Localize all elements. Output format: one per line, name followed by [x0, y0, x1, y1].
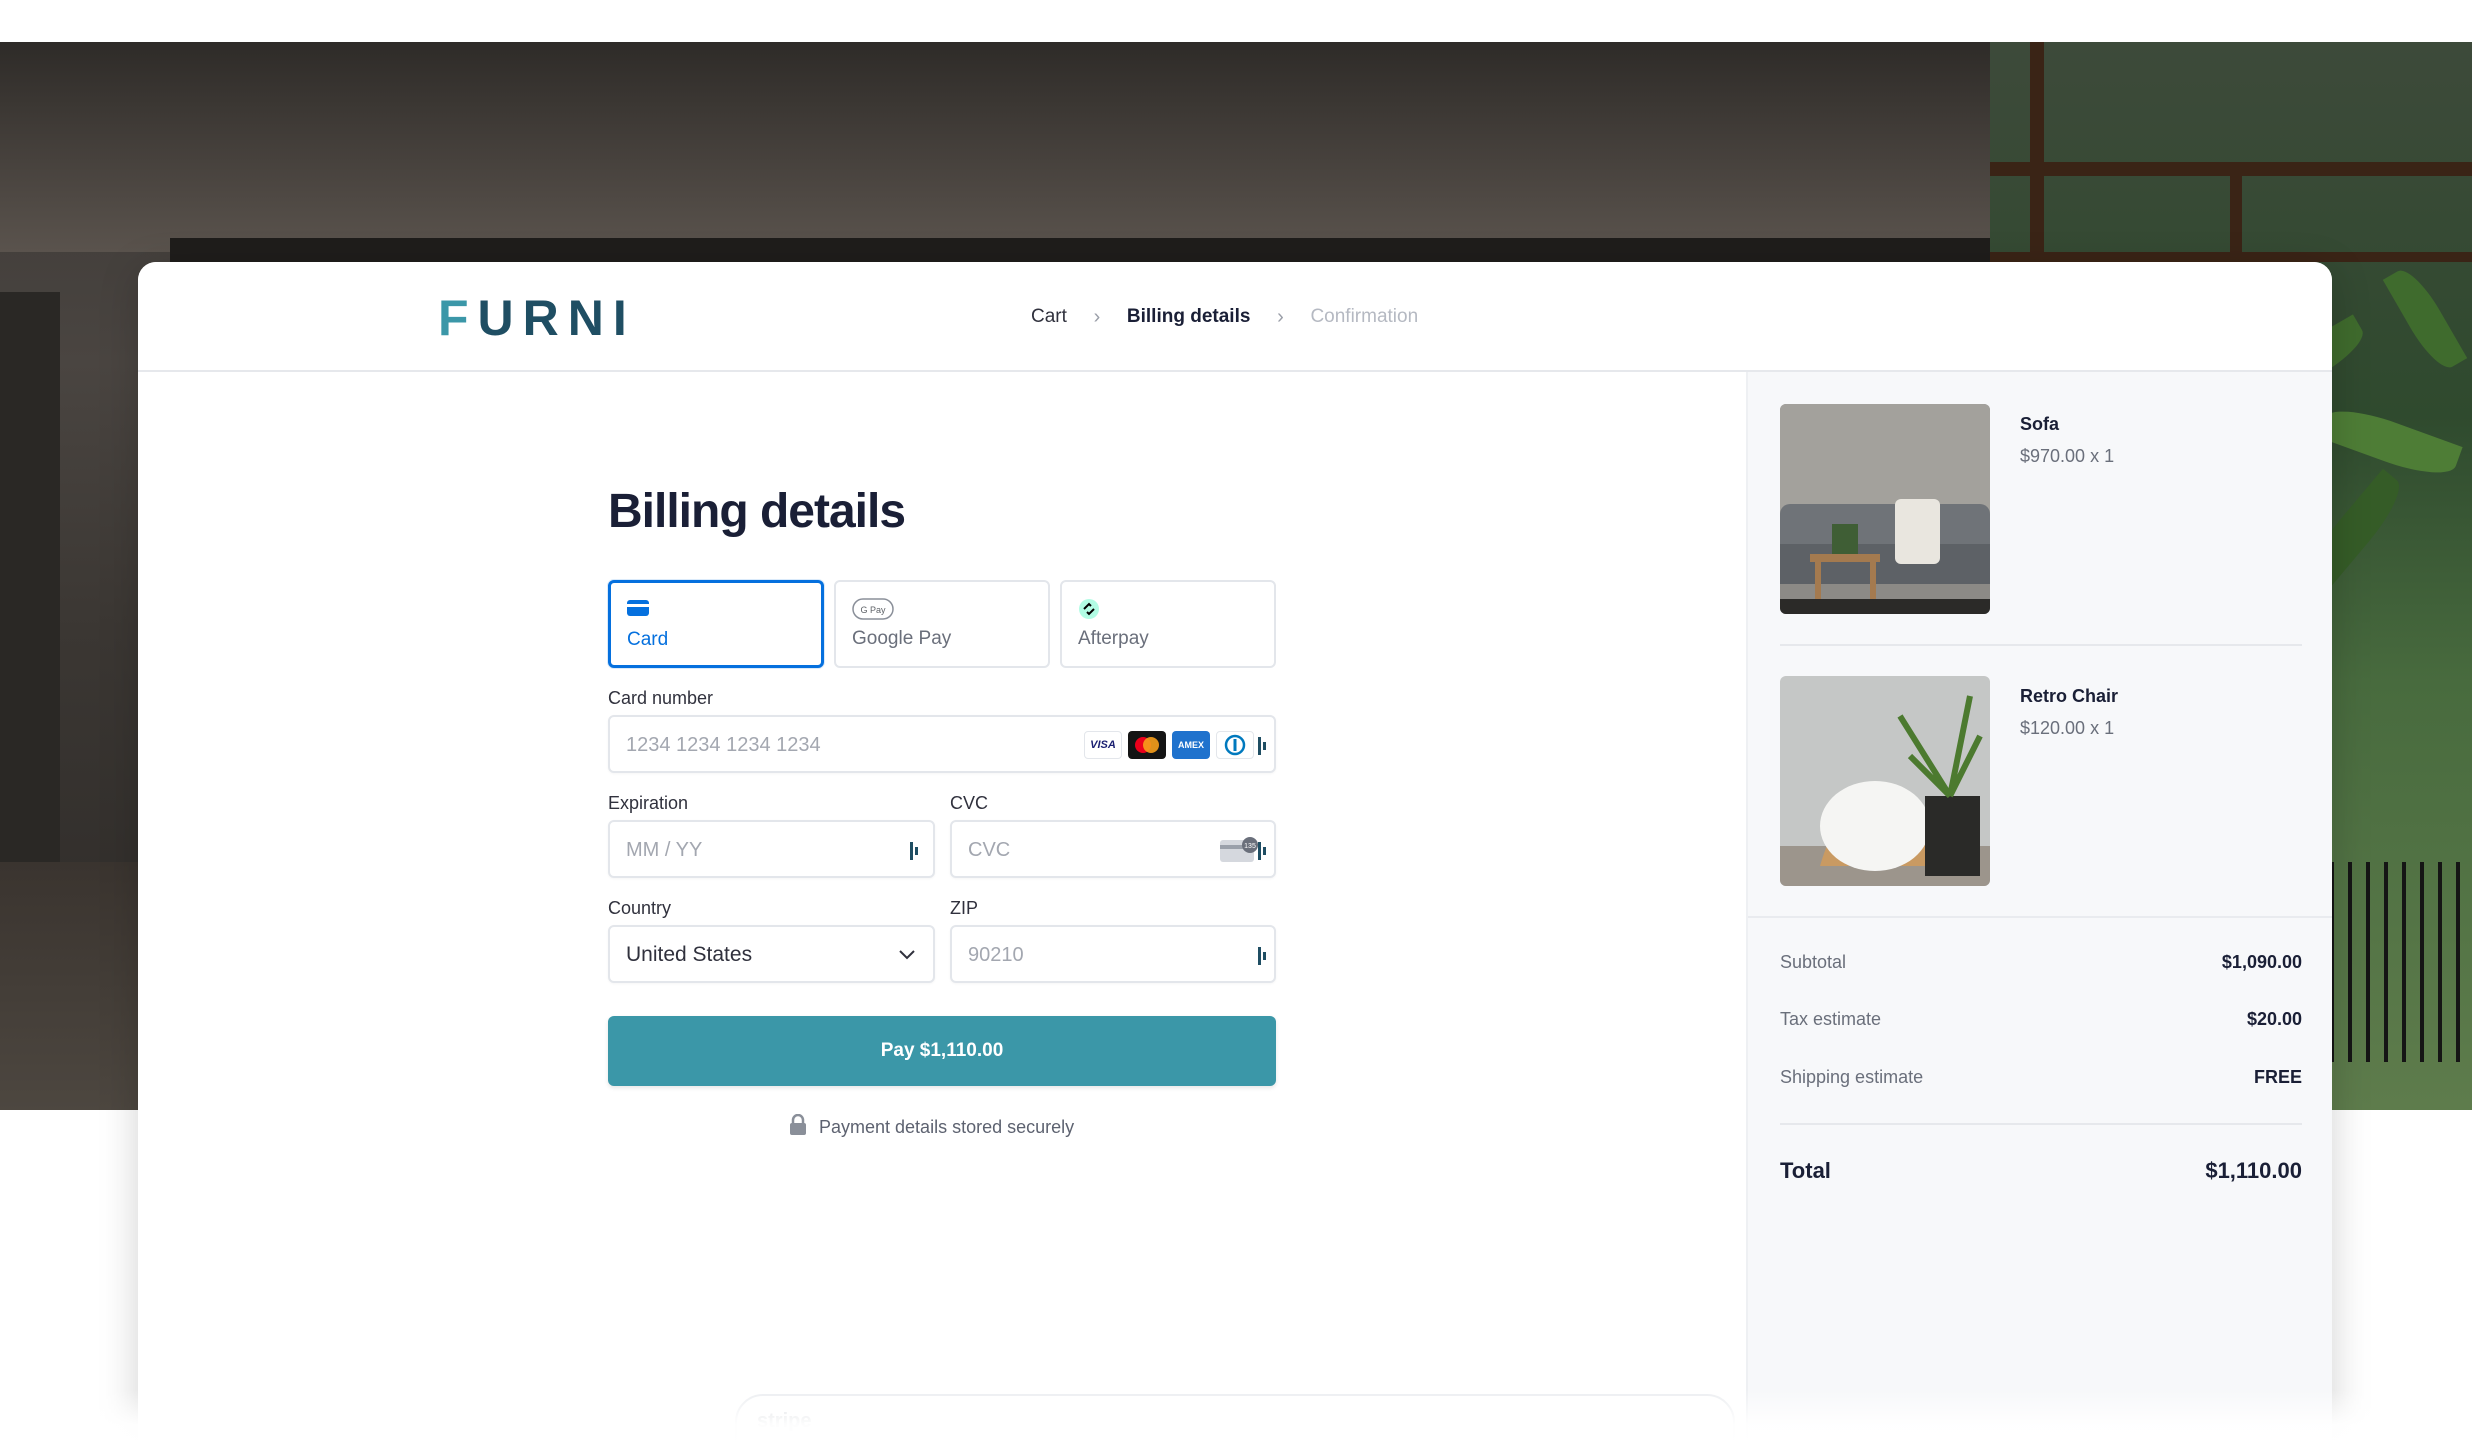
- google-pay-icon: G Pay: [852, 598, 894, 625]
- autofill-marker-icon: [1258, 842, 1272, 860]
- country-label: Country: [608, 898, 672, 918]
- item-price: $970.00 x 1: [2020, 446, 2115, 466]
- item-name: Sofa: [2020, 414, 2060, 434]
- total-label: Total: [1780, 1158, 1831, 1183]
- payment-tab-afterpay[interactable]: Afterpay: [1060, 580, 1276, 668]
- expiration-label: Expiration: [608, 793, 689, 813]
- checkout-header: FURNI Cart › Billing details › Confirmat…: [138, 262, 2332, 372]
- breadcrumb-confirmation: Confirmation: [1310, 306, 1419, 327]
- autofill-marker-icon: [1258, 737, 1272, 755]
- subtotal-value: $1,090.00: [2221, 951, 2302, 972]
- item-price: $120.00 x 1: [2020, 718, 2115, 738]
- card-number-placeholder: 1234 1234 1234 1234: [626, 734, 821, 756]
- cvc-placeholder: CVC: [968, 839, 1011, 861]
- payment-tab-label: Afterpay: [1078, 628, 1149, 649]
- shipping-label: Shipping estimate: [1780, 1066, 1924, 1087]
- payment-tab-label: Card: [627, 629, 669, 650]
- cvc-input[interactable]: CVC 135: [950, 820, 1276, 878]
- chevron-right-icon: ›: [1277, 305, 1284, 328]
- svg-text:G Pay: G Pay: [860, 605, 886, 615]
- total-divider: [1780, 1123, 2302, 1125]
- total-row: Total $1,110.00: [1780, 1156, 2302, 1186]
- total-value: $1,110.00: [2205, 1158, 2302, 1183]
- afterpay-icon: [1078, 598, 1100, 625]
- chevron-down-icon: [898, 947, 916, 966]
- pay-button[interactable]: Pay $1,110.00: [608, 1016, 1276, 1086]
- breadcrumb: Cart › Billing details › Confirmation: [1031, 302, 1418, 332]
- country-value: United States: [626, 943, 753, 966]
- zip-label: ZIP: [950, 898, 979, 918]
- cvc-label: CVC: [950, 793, 989, 813]
- tax-label: Tax estimate: [1780, 1008, 1882, 1029]
- breadcrumb-billing-details: Billing details: [1126, 306, 1251, 327]
- autofill-marker-icon: [1258, 947, 1272, 965]
- order-summary: Sofa $970.00 x 1 Retro Chair $120.00 x 1…: [1746, 372, 2332, 1448]
- tax-row: Tax estimate $20.00: [1780, 1004, 2302, 1034]
- cart-item: Retro Chair $120.00 x 1: [1780, 676, 2302, 886]
- expiration-placeholder: MM / YY: [626, 839, 703, 861]
- breadcrumb-cart[interactable]: Cart: [1031, 306, 1067, 328]
- shipping-value: FREE: [2253, 1066, 2302, 1087]
- item-divider: [1780, 644, 2302, 646]
- credit-card-icon: [627, 599, 649, 622]
- cart-item: Sofa $970.00 x 1: [1780, 404, 2302, 614]
- zip-input[interactable]: 90210: [950, 925, 1276, 983]
- card-number-label: Card number: [608, 688, 714, 708]
- card-number-input[interactable]: 1234 1234 1234 1234 VISA AMEX: [608, 715, 1276, 773]
- amex-icon: AMEX: [1172, 731, 1210, 759]
- retro-chair-thumbnail: [1780, 676, 1990, 886]
- sofa-thumbnail: [1780, 404, 1990, 614]
- diners-club-icon: [1216, 731, 1254, 759]
- item-name: Retro Chair: [2020, 686, 2119, 706]
- shipping-row: Shipping estimate FREE: [1780, 1062, 2302, 1092]
- checkout-card: FURNI Cart › Billing details › Confirmat…: [138, 262, 2332, 1448]
- stripe-logo: stripe: [757, 1410, 812, 1432]
- country-select[interactable]: United States: [608, 925, 935, 983]
- secure-note-text: Payment details stored securely: [819, 1116, 1075, 1137]
- mastercard-icon: [1128, 731, 1166, 759]
- subtotal-label: Subtotal: [1780, 951, 1847, 972]
- page-title: Billing details: [608, 485, 906, 538]
- chevron-right-icon: ›: [1093, 305, 1101, 328]
- payment-tab-google-pay[interactable]: G Pay Google Pay: [834, 580, 1050, 668]
- expiration-input[interactable]: MM / YY: [608, 820, 935, 878]
- visa-icon: VISA: [1084, 731, 1122, 759]
- subtotal-row: Subtotal $1,090.00: [1780, 947, 2302, 977]
- payment-tab-card[interactable]: Card: [608, 580, 824, 668]
- section-divider: [1748, 916, 2332, 918]
- tax-value: $20.00: [2246, 1008, 2302, 1029]
- payment-tab-label: Google Pay: [852, 628, 952, 649]
- autofill-marker-icon: [910, 842, 924, 860]
- cvc-card-icon: 135: [1220, 836, 1260, 869]
- footer-banner: stripe: [735, 1394, 1735, 1448]
- zip-placeholder: 90210: [968, 944, 1024, 966]
- svg-text:135: 135: [1244, 843, 1256, 850]
- furni-logo[interactable]: FURNI: [438, 290, 636, 346]
- secure-note: Payment details stored securely: [789, 1113, 1075, 1141]
- lock-icon: [789, 1113, 807, 1141]
